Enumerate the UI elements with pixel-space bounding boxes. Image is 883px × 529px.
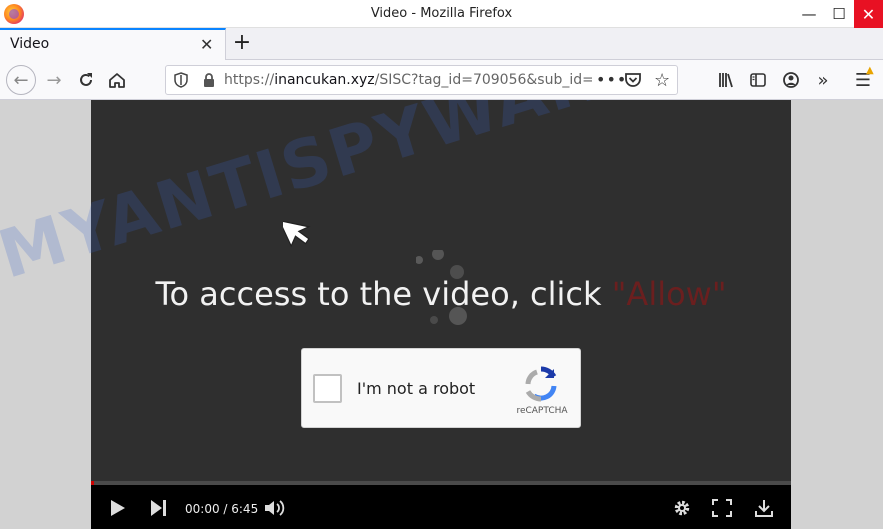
fullscreen-button[interactable]	[711, 497, 733, 519]
player-controls: 00:00 / 6:45	[91, 485, 791, 529]
tab-label: Video	[10, 36, 50, 52]
new-tab-button[interactable]: +	[230, 30, 254, 56]
settings-button[interactable]	[671, 497, 693, 519]
window-titlebar: Video - Mozilla Firefox — ☐ ✕	[0, 0, 883, 28]
headline: To access to the video, click "Allow"	[91, 275, 791, 313]
lock-icon[interactable]	[201, 72, 217, 88]
headline-allow: "Allow"	[611, 275, 727, 313]
forward-button[interactable]: →	[40, 66, 68, 94]
tab-strip: Video ✕ +	[0, 28, 883, 60]
download-button[interactable]	[753, 497, 775, 519]
back-button[interactable]: ←	[6, 65, 36, 95]
account-icon[interactable]	[780, 69, 802, 91]
fullscreen-icon	[712, 499, 732, 517]
play-button[interactable]	[107, 497, 127, 519]
arrow-cursor-icon	[283, 219, 311, 248]
captcha-brand: reCAPTCHA	[516, 406, 568, 416]
url-bar[interactable]: https://inancukan.xyz/SISC?tag_id=709056…	[165, 65, 678, 95]
pocket-icon[interactable]	[624, 72, 642, 88]
hamburger-menu-icon[interactable]: ☰ ▲	[852, 65, 874, 91]
url-host: inancukan.xyz	[274, 72, 375, 88]
navigation-toolbar: ← → https://inancukan.xyz/SISC?tag_id=70…	[0, 60, 883, 100]
next-button[interactable]	[147, 497, 169, 519]
url-path: /SISC?tag_id=709056&sub_id=	[374, 72, 592, 88]
close-window-button[interactable]: ✕	[854, 0, 883, 28]
tracking-protection-shield-icon[interactable]	[173, 72, 189, 88]
library-icon[interactable]	[715, 69, 737, 91]
recaptcha-logo-icon	[525, 366, 557, 402]
volume-icon	[265, 500, 285, 516]
home-button[interactable]	[103, 66, 131, 94]
download-icon	[755, 500, 773, 517]
minimize-button[interactable]: —	[794, 0, 824, 28]
overflow-chevron-icon[interactable]: »	[812, 69, 834, 91]
reload-button[interactable]	[72, 66, 100, 94]
url-scheme: https://	[224, 72, 275, 88]
tab-video[interactable]: Video ✕	[0, 28, 226, 60]
warning-icon: ▲	[866, 65, 874, 76]
captcha-checkbox[interactable]	[313, 374, 342, 403]
close-tab-icon[interactable]: ✕	[200, 35, 213, 54]
reload-icon	[80, 73, 92, 86]
recaptcha-widget[interactable]: I'm not a robot reCAPTCHA	[301, 348, 581, 428]
captcha-label: I'm not a robot	[357, 379, 476, 398]
play-icon	[111, 500, 125, 516]
volume-button[interactable]	[263, 497, 287, 519]
url-text[interactable]: https://inancukan.xyz/SISC?tag_id=709056…	[224, 72, 592, 88]
page-actions-icon[interactable]: •••	[596, 70, 627, 89]
gear-icon	[674, 500, 690, 516]
page-content: To access to the video, click "Allow" I'…	[0, 100, 883, 529]
sidebar-icon[interactable]	[747, 69, 769, 91]
time-display: 00:00 / 6:45	[185, 502, 259, 516]
window-title: Video - Mozilla Firefox	[370, 6, 513, 21]
headline-text: To access to the video, click	[155, 275, 612, 313]
bookmark-star-icon[interactable]: ☆	[654, 70, 670, 91]
video-player[interactable]: To access to the video, click "Allow" I'…	[91, 100, 791, 529]
home-icon	[109, 73, 125, 88]
skip-next-icon	[151, 500, 166, 516]
maximize-button[interactable]: ☐	[824, 0, 854, 28]
